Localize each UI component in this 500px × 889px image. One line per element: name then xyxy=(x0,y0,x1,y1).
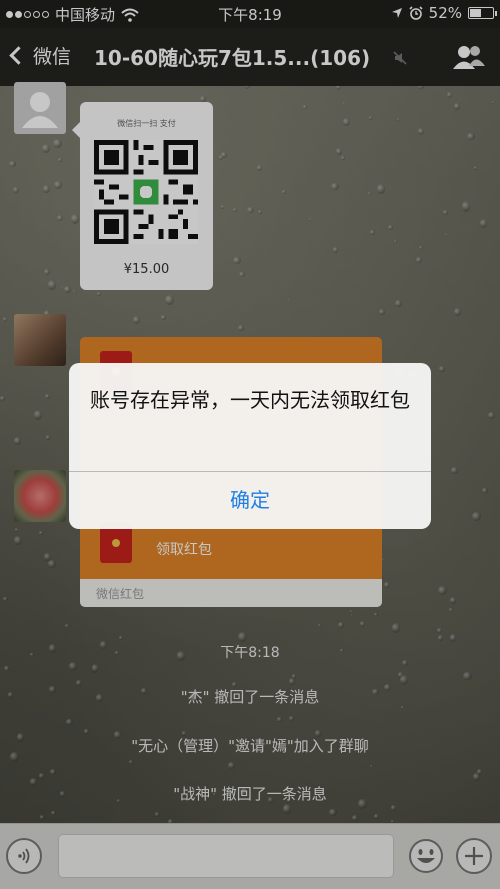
confirm-button[interactable]: 确定 xyxy=(69,472,431,529)
alert-message: 账号存在异常，一天内无法领取红包 xyxy=(90,388,410,412)
alert-dialog: 账号存在异常，一天内无法领取红包 确定 xyxy=(69,363,431,529)
